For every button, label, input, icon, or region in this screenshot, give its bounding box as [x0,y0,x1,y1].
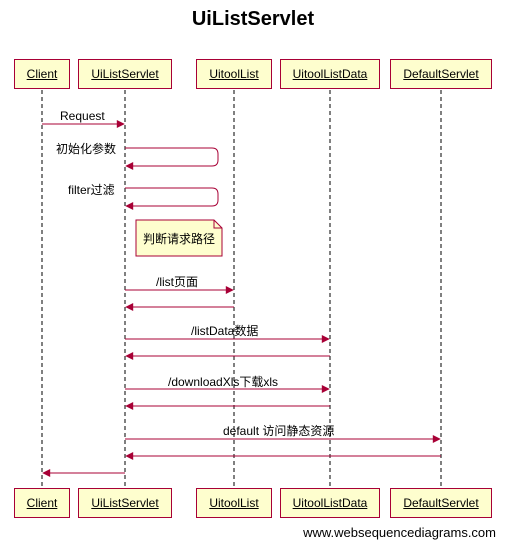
message-label-init-params: 初始化参数 [56,142,117,156]
participant-uitoollist-bottom: UitoolList [196,488,272,518]
participant-client-top: Client [14,59,70,89]
participant-uilistservlet-bottom: UiListServlet [78,488,172,518]
participant-uitoollistdata-bottom: UitoolListData [280,488,380,518]
message-label-request: Request [60,109,105,123]
note-text: 判断请求路径 [142,231,215,246]
message-label-downloadxls: /downloadXls下载xls [168,375,279,389]
arrow-init-params [125,147,219,170]
participant-defaultservlet-bottom: DefaultServlet [390,488,492,518]
message-label-filter: filter过滤 [68,183,115,197]
participant-uilistservlet-top: UiListServlet [78,59,172,89]
participant-defaultservlet-top: DefaultServlet [390,59,492,89]
footer-watermark: www.websequencediagrams.com [303,525,496,540]
participant-uitoollistdata-top: UitoolListData [280,59,380,89]
message-label-listdata: /listData数据 [191,324,259,338]
participant-client-bottom: Client [14,488,70,518]
arrow-filter [125,187,219,210]
participant-uitoollist-top: UitoolList [196,59,272,89]
message-label-list: /list页面 [156,275,199,289]
message-label-default: default 访问静态资源 [223,424,335,438]
